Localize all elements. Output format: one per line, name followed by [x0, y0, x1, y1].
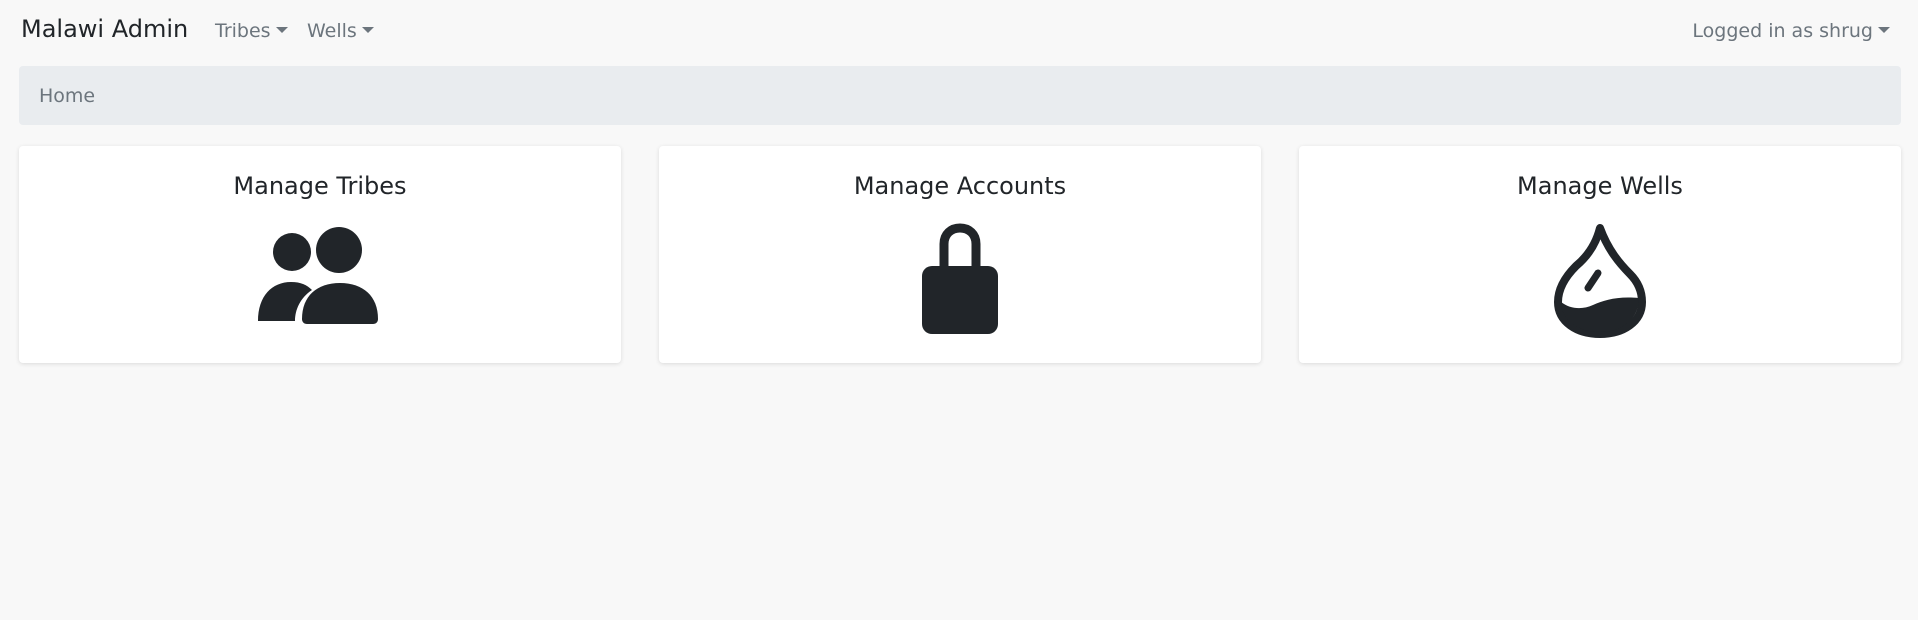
manage-tribes-card[interactable]: Manage Tribes: [19, 146, 621, 363]
lock-icon: [659, 216, 1261, 336]
top-navbar: Malawi Admin Tribes Wells Logged in as s…: [0, 0, 1918, 64]
tribes-dropdown-label: Tribes: [215, 20, 271, 42]
user-dropdown-label: Logged in as shrug: [1692, 20, 1873, 42]
brand-link[interactable]: Malawi Admin: [21, 15, 188, 43]
card-title: Manage Accounts: [853, 172, 1067, 200]
caret-down-icon: [275, 27, 288, 33]
user-dropdown[interactable]: Logged in as shrug: [1692, 20, 1890, 42]
breadcrumb-item-home: Home: [39, 85, 96, 107]
wells-dropdown[interactable]: Wells: [307, 20, 374, 42]
manage-wells-card[interactable]: Manage Wells: [1299, 146, 1901, 363]
card-title: Manage Wells: [1517, 172, 1683, 200]
caret-down-icon: [361, 27, 374, 33]
wells-dropdown-label: Wells: [307, 20, 357, 42]
tribes-dropdown[interactable]: Tribes: [215, 20, 288, 42]
caret-down-icon: [1878, 27, 1890, 33]
breadcrumb: Home: [19, 66, 1901, 125]
manage-accounts-card[interactable]: Manage Accounts: [659, 146, 1261, 363]
users-icon: [19, 216, 621, 336]
card-title: Manage Tribes: [233, 172, 407, 200]
water-drop-icon: [1299, 216, 1901, 338]
